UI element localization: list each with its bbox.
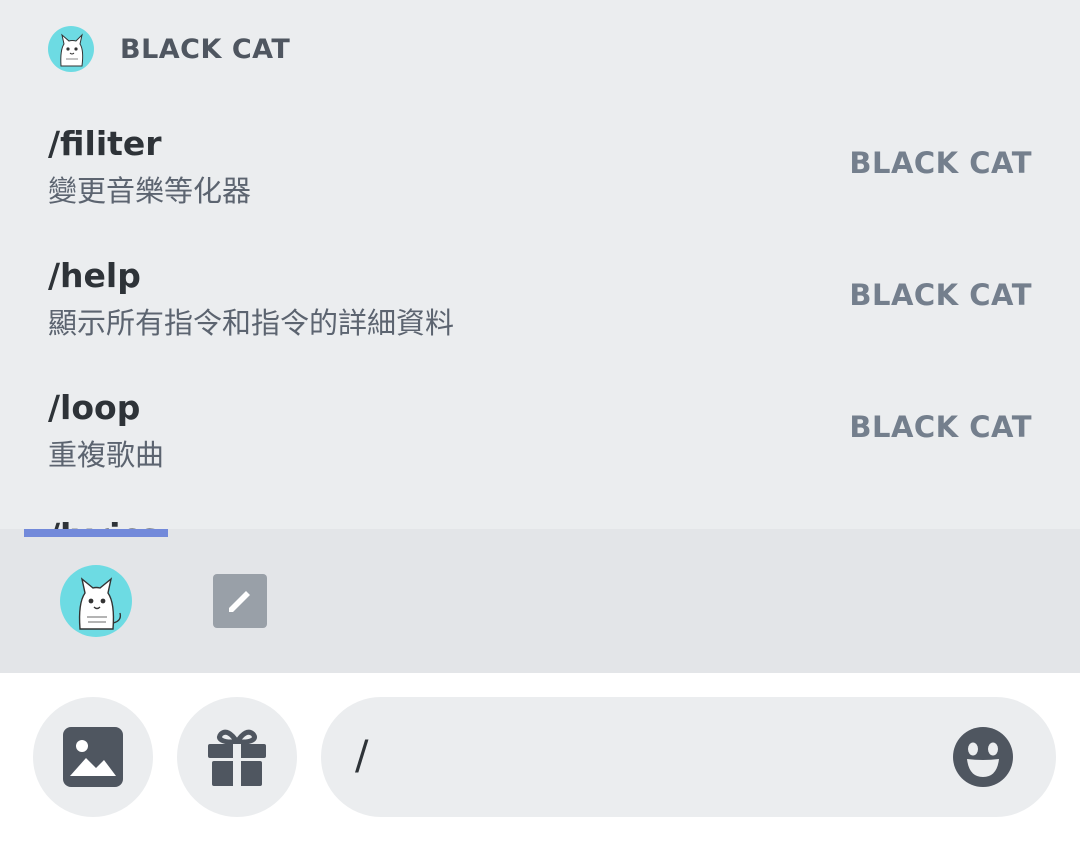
command-source: BLACK CAT (849, 410, 1032, 444)
command-autocomplete-popup: BLACK CAT /filiter 變更音樂等化器 BLACK CAT /he… (0, 0, 1080, 529)
command-item-help[interactable]: /help 顯示所有指令和指令的詳細資料 BLACK CAT (48, 256, 1038, 366)
command-source-tabs (0, 529, 1080, 673)
command-source: BLACK CAT (849, 278, 1032, 312)
command-item-loop[interactable]: /loop 重複歌曲 BLACK CAT (48, 388, 1038, 498)
bot-tab-avatar (60, 565, 132, 637)
emoji-button[interactable] (953, 727, 1013, 787)
command-description: 重複歌曲 (48, 438, 165, 472)
image-icon (63, 727, 123, 787)
command-name: /filiter (48, 124, 162, 163)
message-input-text: / (355, 733, 369, 779)
command-item-filiter[interactable]: /filiter 變更音樂等化器 BLACK CAT (48, 124, 1038, 234)
gift-button[interactable] (177, 697, 297, 817)
tab-bot-commands[interactable] (60, 565, 132, 637)
command-description: 顯示所有指令和指令的詳細資料 (48, 306, 455, 340)
command-source: BLACK CAT (849, 146, 1032, 180)
command-name: /loop (48, 388, 141, 427)
gift-icon (208, 729, 266, 786)
command-description: 變更音樂等化器 (48, 174, 252, 208)
cat-avatar-icon (60, 33, 84, 67)
command-name: /help (48, 256, 141, 295)
bot-avatar (48, 26, 94, 72)
emoji-icon (953, 727, 1013, 787)
cat-avatar-icon (78, 577, 122, 630)
pencil-icon (229, 591, 250, 612)
upload-image-button[interactable] (33, 697, 153, 817)
bot-header: BLACK CAT (48, 26, 290, 72)
command-item-partial[interactable]: /lyrics (48, 516, 160, 529)
bot-name: BLACK CAT (120, 33, 291, 65)
tab-builtin-commands[interactable] (213, 574, 267, 628)
message-input[interactable]: / (321, 697, 1056, 817)
active-tab-indicator (24, 529, 168, 537)
